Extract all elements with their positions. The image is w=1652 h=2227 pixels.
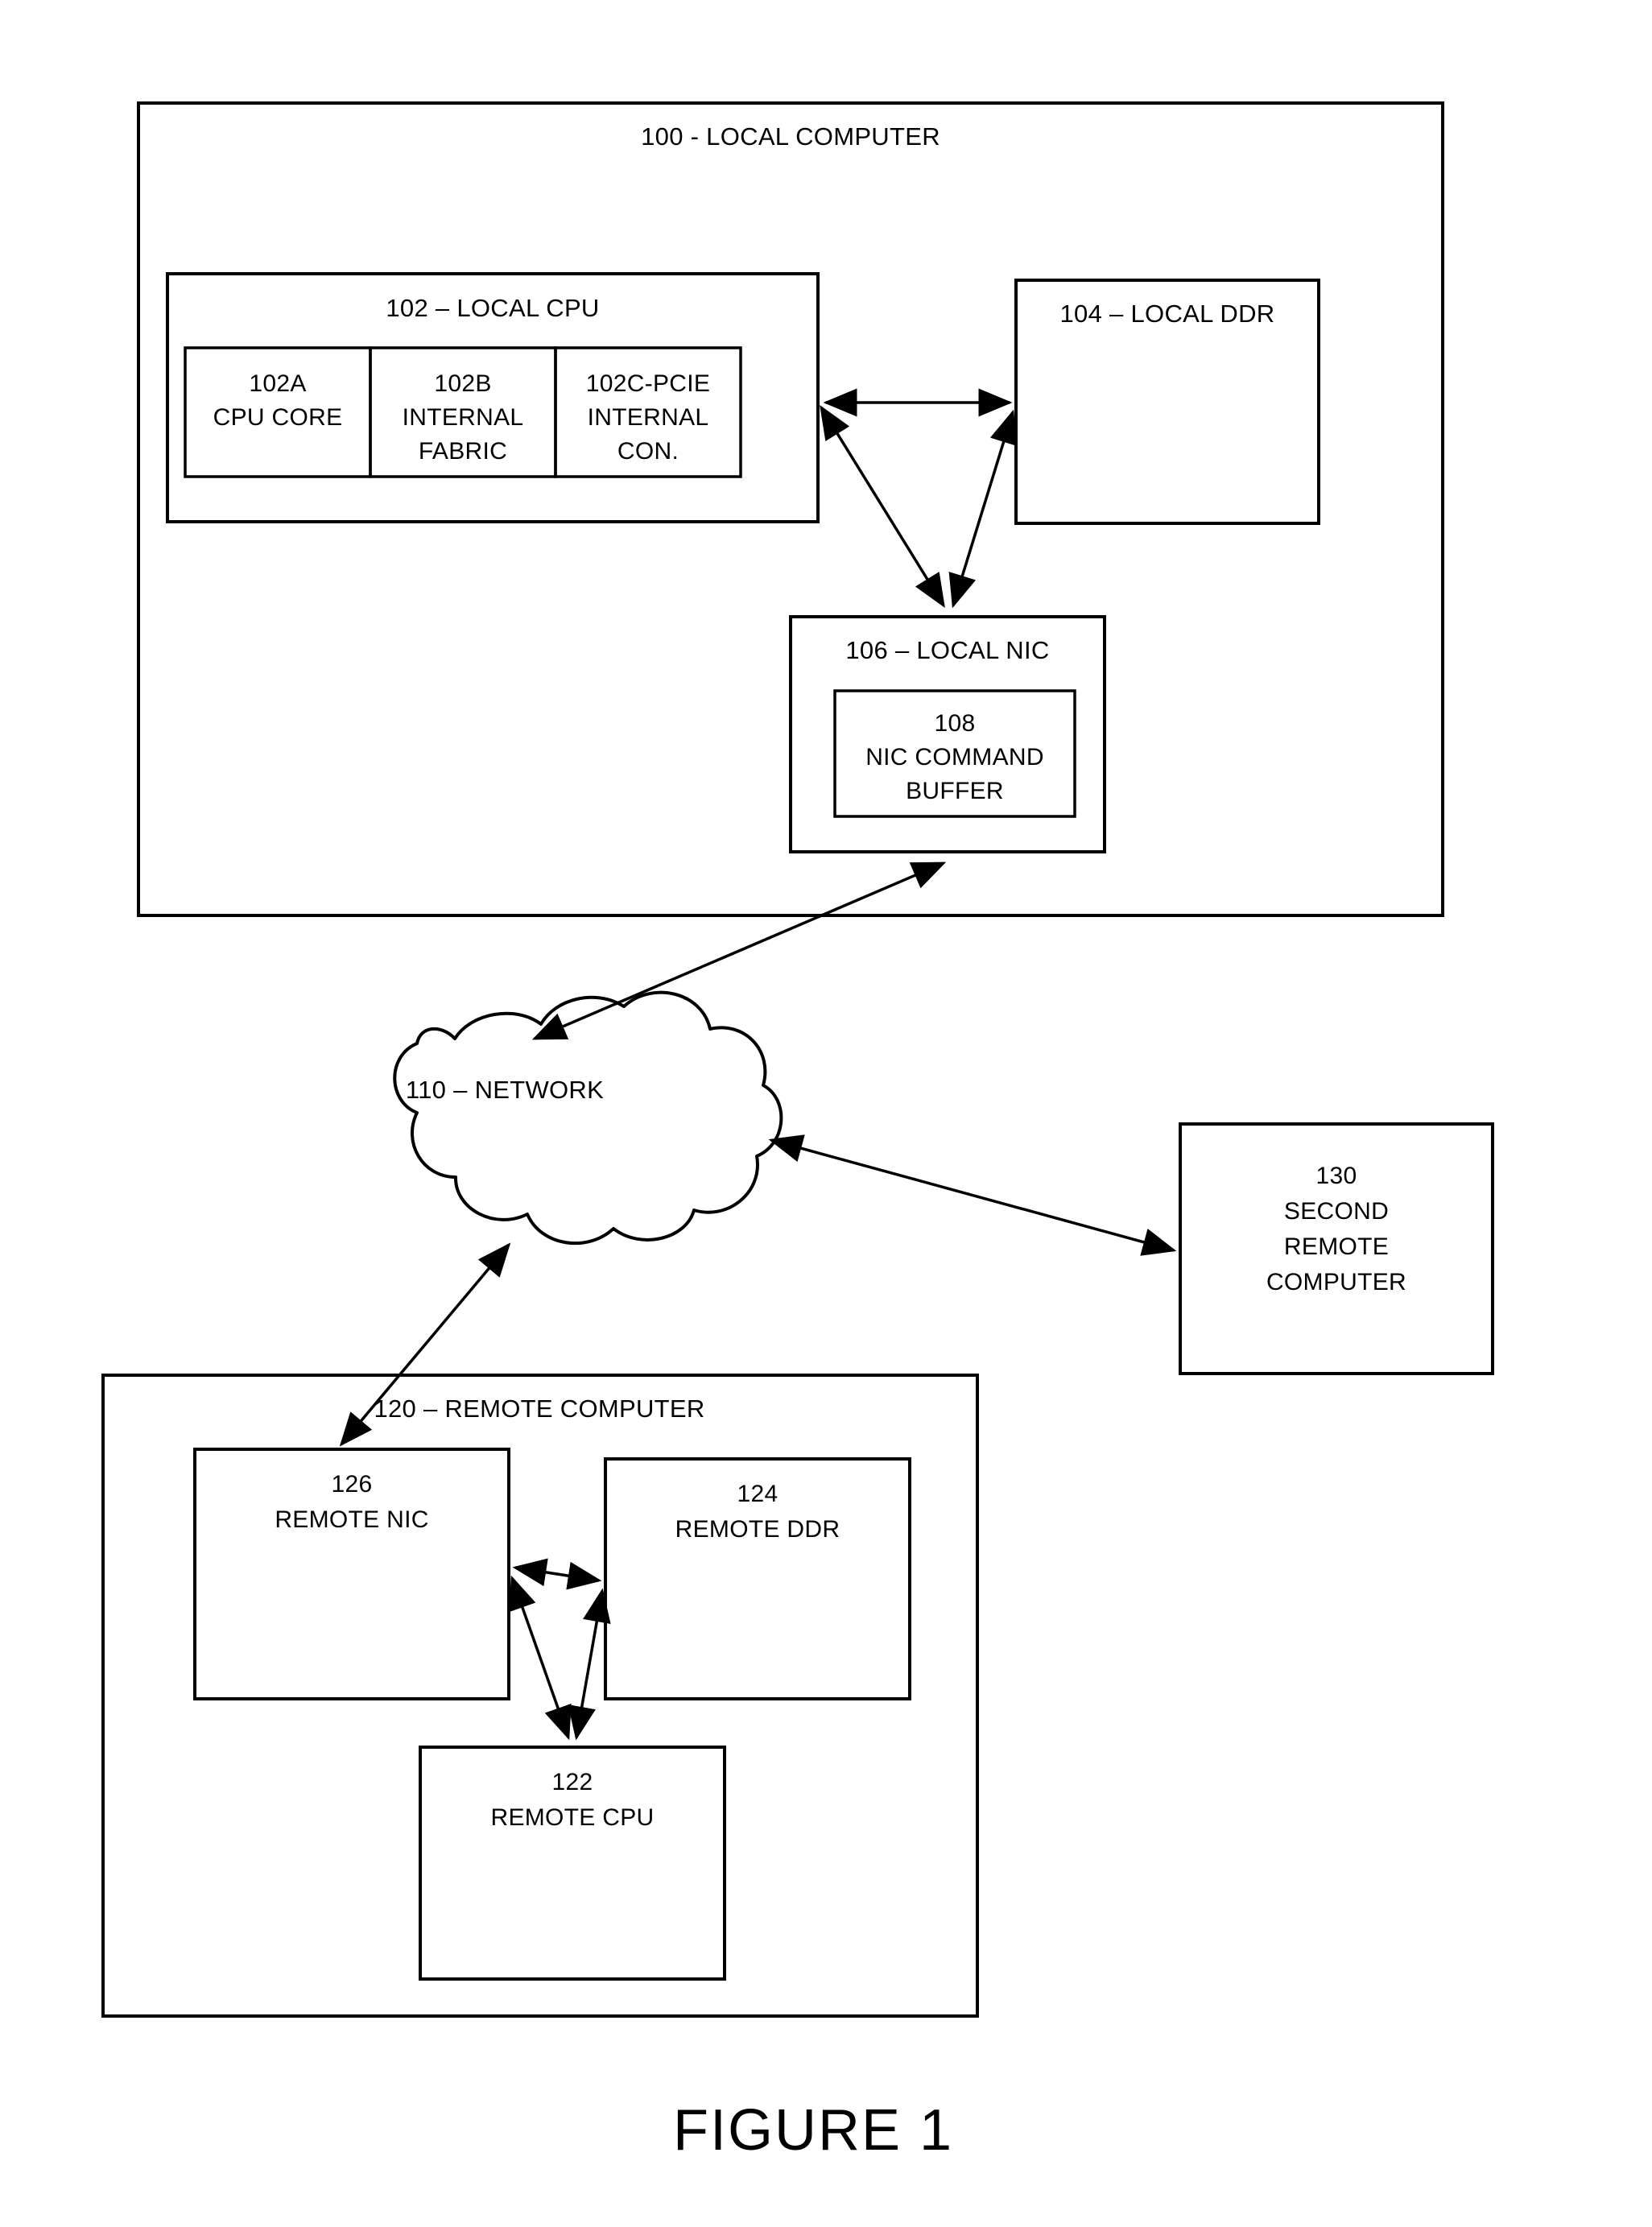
remote-ddr-label: REMOTE DDR — [675, 1516, 840, 1543]
connection-local-ddr-local-nic — [948, 409, 1018, 609]
nic-command-buffer-id: 108 — [935, 710, 976, 737]
remote-cpu-label: REMOTE CPU — [490, 1804, 654, 1831]
figure-caption: FIGURE 1 — [673, 2098, 953, 2163]
remote-ddr-id: 124 — [737, 1481, 779, 1507]
patent-figure-page: 100 - LOCAL COMPUTER 102 – LOCAL CPU 102… — [0, 0, 1652, 2227]
network-cloud-shape — [393, 990, 783, 1246]
connection-local-nic-network — [531, 861, 947, 1040]
connection-network-second-remote-computer — [768, 1134, 1177, 1256]
network-title: 110 – NETWORK — [406, 1076, 604, 1104]
second-remote-computer-id: 130 — [1316, 1163, 1357, 1189]
cpu-core-id: 102A — [249, 370, 306, 397]
connection-remote-nic-remote-cpu — [509, 1575, 572, 1741]
local-nic-title: 106 – LOCAL NIC — [845, 636, 1049, 664]
cpu-core-label: CPU CORE — [213, 404, 343, 431]
second-remote-computer-label-line3: COMPUTER — [1266, 1269, 1406, 1295]
internal-fabric-label-line2: FABRIC — [419, 438, 507, 465]
local-cpu-title: 102 – LOCAL CPU — [386, 294, 599, 322]
remote-nic-label: REMOTE NIC — [275, 1506, 428, 1533]
second-remote-computer-label-line2: REMOTE — [1284, 1233, 1389, 1260]
remote-nic-id: 126 — [332, 1471, 373, 1498]
pcie-internal-con-label-line1: INTERNAL — [588, 404, 709, 431]
local-computer-title: 100 - LOCAL COMPUTER — [641, 122, 940, 151]
connection-local-cpu-local-nic — [820, 405, 945, 608]
pcie-internal-con-label-line2: CON. — [617, 438, 679, 465]
connection-remote-ddr-remote-cpu — [568, 1588, 611, 1741]
nic-command-buffer-label-line1: NIC COMMAND — [865, 744, 1044, 771]
second-remote-computer-label-line1: SECOND — [1284, 1198, 1389, 1225]
pcie-internal-con-id: 102C-PCIE — [586, 370, 710, 397]
remote-cpu-id: 122 — [552, 1769, 593, 1795]
nic-command-buffer-label-line2: BUFFER — [906, 778, 1004, 804]
local-ddr-title: 104 – LOCAL DDR — [1060, 300, 1275, 328]
internal-fabric-label-line1: INTERNAL — [403, 404, 524, 431]
connection-remote-nic-remote-ddr — [512, 1558, 602, 1590]
internal-fabric-id: 102B — [434, 370, 491, 397]
figure-1-diagram: 100 - LOCAL COMPUTER 102 – LOCAL CPU 102… — [101, 101, 1494, 2163]
remote-computer-box — [101, 1374, 979, 2018]
remote-computer-title: 120 – REMOTE COMPUTER — [374, 1394, 704, 1423]
